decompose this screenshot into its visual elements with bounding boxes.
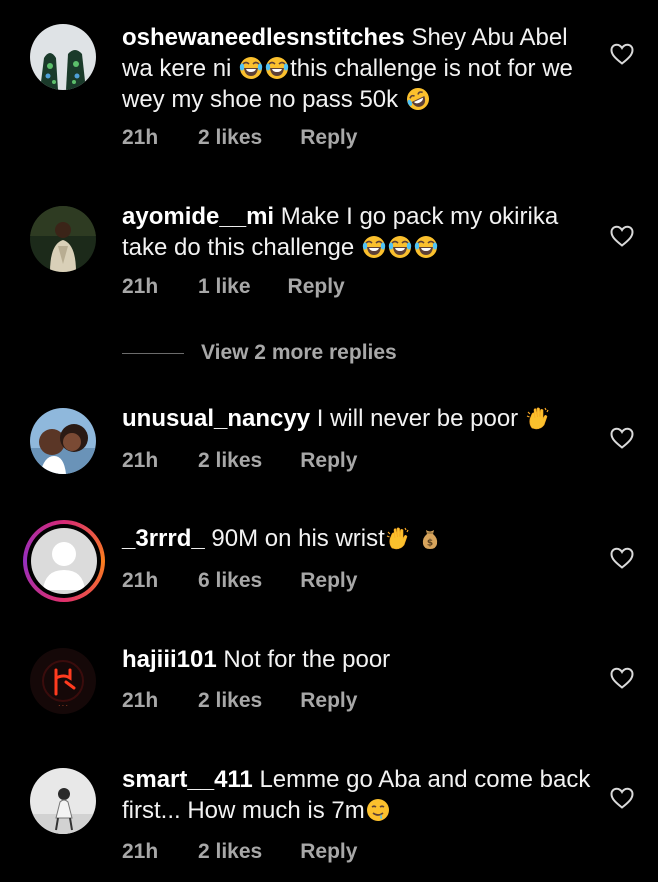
comment-time: 21h xyxy=(122,840,159,863)
heart-icon[interactable] xyxy=(609,546,635,570)
avatar[interactable] xyxy=(30,206,96,272)
reply-button[interactable]: Reply xyxy=(300,569,357,593)
reply-button[interactable]: Reply xyxy=(288,275,345,299)
replies-divider xyxy=(122,352,184,354)
avatar[interactable] xyxy=(30,408,96,474)
comment-time: 21h xyxy=(122,449,159,472)
reply-button[interactable]: Reply xyxy=(300,126,357,150)
comment-text: ayomide__mi Make I go pack my okirika ta… xyxy=(122,201,597,263)
comment-text: unusual_nancyy I will never be poor xyxy=(122,403,597,434)
comment-username[interactable]: oshewaneedlesnstitches xyxy=(122,24,405,51)
comment-text: oshewaneedlesnstitches Shey Abu Abel wa … xyxy=(122,22,597,115)
comment-username[interactable]: ayomide__mi xyxy=(122,203,274,230)
avatar[interactable]: · · · xyxy=(30,648,96,714)
comment-body: Not for the poor xyxy=(223,646,391,673)
comment-time: 21h xyxy=(122,126,159,149)
heart-icon[interactable] xyxy=(609,426,635,450)
laughing-tears-icon xyxy=(239,56,263,80)
comment-likes[interactable]: 2 likes xyxy=(198,689,262,713)
comment-body: I will never be poor xyxy=(316,405,525,432)
reply-button[interactable]: Reply xyxy=(300,689,357,713)
comment-time: 21h xyxy=(122,569,159,592)
heart-icon[interactable] xyxy=(609,42,635,66)
comment-meta: 21h 2 likes Reply xyxy=(122,689,357,713)
comment-username[interactable]: smart__411 xyxy=(122,766,253,793)
story-ring-avatar[interactable] xyxy=(23,520,105,602)
comment-username[interactable]: _3rrrd_ xyxy=(122,525,205,552)
waving-hand-icon xyxy=(526,406,550,430)
view-more-replies-label: View 2 more replies xyxy=(201,341,397,364)
comment-username[interactable]: hajiii101 xyxy=(122,646,217,673)
comment-likes[interactable]: 1 like xyxy=(198,275,251,299)
reply-button[interactable]: Reply xyxy=(300,449,357,473)
drooling-face-icon xyxy=(366,798,390,822)
comment-meta: 21h 2 likes Reply xyxy=(122,840,357,864)
comment-time: 21h xyxy=(122,689,159,712)
comment-meta: 21h 2 likes Reply xyxy=(122,449,357,473)
comment-meta: 21h 2 likes Reply xyxy=(122,126,357,150)
laughing-tears-icon xyxy=(265,56,289,80)
comment-time: 21h xyxy=(122,275,159,298)
reply-button[interactable]: Reply xyxy=(300,840,357,864)
laughing-tears-icon xyxy=(362,235,386,259)
comment-username[interactable]: unusual_nancyy xyxy=(122,405,310,432)
comment-likes[interactable]: 6 likes xyxy=(198,569,262,593)
heart-icon[interactable] xyxy=(609,666,635,690)
laughing-tears-icon xyxy=(414,235,438,259)
comment-text: _3rrrd_ 90M on his wrist xyxy=(122,523,597,554)
money-bag-icon xyxy=(418,526,442,550)
avatar[interactable] xyxy=(30,768,96,834)
comment-likes[interactable]: 2 likes xyxy=(198,126,262,150)
heart-icon[interactable] xyxy=(609,786,635,810)
default-avatar-icon xyxy=(31,528,97,594)
comment-likes[interactable]: 2 likes xyxy=(198,449,262,473)
heart-icon[interactable] xyxy=(609,224,635,248)
comment-likes[interactable]: 2 likes xyxy=(198,840,262,864)
svg-text:· · ·: · · · xyxy=(58,703,68,710)
comment-body: 90M on his wrist xyxy=(211,525,385,552)
comment-meta: 21h 6 likes Reply xyxy=(122,569,357,593)
view-more-replies-button[interactable]: View 2 more replies xyxy=(122,340,397,366)
laughing-tears-icon xyxy=(388,235,412,259)
rofl-icon xyxy=(406,87,430,111)
avatar[interactable] xyxy=(30,24,96,90)
comment-meta: 21h 1 like Reply xyxy=(122,275,345,299)
waving-hand-icon xyxy=(386,526,410,550)
comment-text: smart__411 Lemme go Aba and come back fi… xyxy=(122,764,597,826)
comment-text: hajiii101 Not for the poor xyxy=(122,644,597,675)
